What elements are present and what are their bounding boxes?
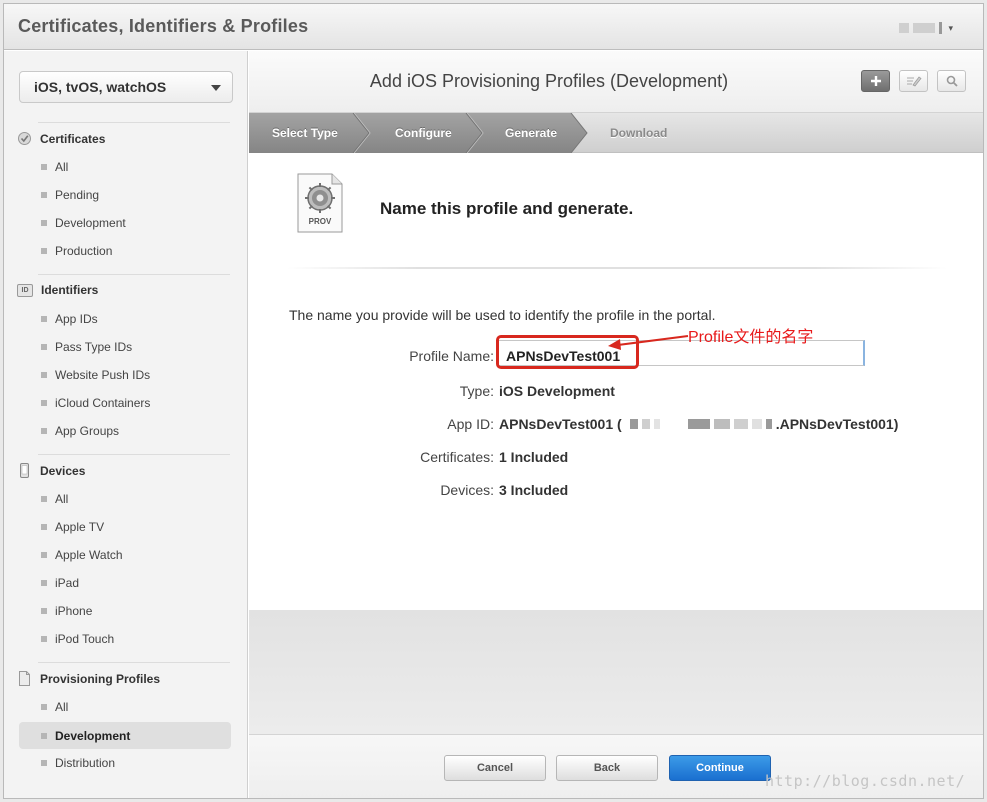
divider: [38, 122, 230, 123]
sidebar-item-app-ids[interactable]: App IDs: [41, 312, 98, 326]
sidebar-item-certificates-all[interactable]: All: [41, 160, 68, 174]
sidebar-item-apple-watch[interactable]: Apple Watch: [41, 548, 123, 562]
continue-button[interactable]: Continue: [669, 755, 771, 781]
search-button[interactable]: [937, 70, 966, 92]
redacted-account: [939, 22, 943, 34]
sidebar-item-profiles-distribution[interactable]: Distribution: [41, 756, 115, 770]
app-id-value: APNsDevTest001 ( .APNsDevTest001): [499, 416, 898, 432]
annotation-arrow-icon: [608, 335, 689, 350]
annotation-text: Profile文件的名字: [688, 329, 814, 346]
sidebar-item-certificates-production[interactable]: Production: [41, 244, 112, 258]
add-button[interactable]: [861, 70, 890, 92]
redacted-account: [913, 23, 936, 33]
divider: [38, 662, 230, 663]
type-value: iOS Development: [499, 383, 615, 399]
devices-label: Devices:: [440, 482, 494, 498]
section-title: Devices: [40, 463, 86, 478]
document-icon: [17, 671, 32, 686]
sidebar: iOS, tvOS, watchOS Certificates All Pend…: [4, 51, 248, 798]
sidebar-item-iphone[interactable]: iPhone: [41, 604, 92, 618]
device-icon: [17, 463, 32, 478]
cancel-button[interactable]: Cancel: [444, 755, 546, 781]
id-icon: ID: [17, 283, 33, 297]
redacted-team-id: [629, 419, 776, 429]
section-title: Identifiers: [41, 283, 99, 297]
section-devices: Devices: [17, 463, 85, 478]
chevron-down-icon: ▾: [948, 22, 953, 33]
main-header: Add iOS Provisioning Profiles (Developme…: [249, 51, 983, 113]
sidebar-item-website-push-ids[interactable]: Website Push IDs: [41, 368, 150, 382]
step-download: Download: [610, 126, 668, 140]
step-generate: Generate: [505, 126, 558, 140]
plus-icon: [870, 76, 881, 86]
intro-text: The name you provide will be used to ide…: [289, 307, 716, 323]
section-identifiers: ID Identifiers: [17, 283, 98, 297]
search-icon: [946, 75, 958, 87]
step-progress-bar: Select Type Configure Generate Download: [249, 113, 983, 153]
sidebar-item-ipad[interactable]: iPad: [41, 576, 79, 590]
edit-icon: [906, 76, 921, 87]
redacted-account: [899, 23, 910, 33]
app-title: Certificates, Identifiers & Profiles: [18, 16, 309, 36]
section-title: Provisioning Profiles: [40, 671, 161, 686]
section-certificates: Certificates: [17, 131, 105, 146]
section-provisioning-profiles: Provisioning Profiles: [17, 671, 160, 686]
prov-icon-label: PROV: [308, 217, 332, 226]
sidebar-item-app-groups[interactable]: App Groups: [41, 424, 119, 438]
content-heading: Name this profile and generate.: [380, 199, 634, 218]
sidebar-item-profiles-all[interactable]: All: [41, 700, 68, 714]
back-button[interactable]: Back: [556, 755, 658, 781]
sidebar-item-profiles-development[interactable]: Development: [19, 722, 231, 749]
main-content: PROV Name this profile and generate. The…: [249, 153, 983, 610]
platform-select-value: iOS, tvOS, watchOS: [34, 79, 167, 95]
section-divider: [287, 267, 947, 269]
window: Certificates, Identifiers & Profiles ▾ i…: [3, 3, 984, 799]
certificates-label: Certificates:: [420, 449, 494, 465]
sidebar-item-ipod-touch[interactable]: iPod Touch: [41, 632, 114, 646]
account-menu[interactable]: ▾: [899, 22, 953, 34]
platform-select[interactable]: iOS, tvOS, watchOS: [19, 71, 233, 103]
top-bar: Certificates, Identifiers & Profiles ▾: [4, 4, 983, 50]
page-title: Add iOS Provisioning Profiles (Developme…: [369, 71, 729, 91]
sidebar-item-certificates-pending[interactable]: Pending: [41, 188, 99, 202]
app-id-label: App ID:: [447, 416, 494, 432]
certificate-icon: [17, 131, 32, 146]
watermark: http://blog.csdn.net/: [765, 772, 966, 790]
sidebar-item-apple-tv[interactable]: Apple TV: [41, 520, 104, 534]
edit-button[interactable]: [899, 70, 928, 92]
divider: [38, 274, 230, 275]
sidebar-item-certificates-development[interactable]: Development: [41, 216, 126, 230]
step-configure: Configure: [395, 126, 452, 140]
type-label: Type:: [459, 383, 494, 399]
profile-name-label: Profile Name:: [409, 348, 494, 364]
content-spacer: [249, 610, 983, 734]
step-select-type: Select Type: [272, 126, 338, 140]
sidebar-item-icloud-containers[interactable]: iCloud Containers: [41, 396, 150, 410]
divider: [38, 454, 230, 455]
chevron-down-icon: [211, 85, 221, 91]
sidebar-item-pass-type-ids[interactable]: Pass Type IDs: [41, 340, 132, 354]
app-id-prefix: APNsDevTest001 (: [499, 416, 622, 432]
section-title: Certificates: [40, 131, 106, 146]
sidebar-item-devices-all[interactable]: All: [41, 492, 68, 506]
provisioning-profile-icon: PROV: [297, 173, 343, 233]
app-id-suffix: .APNsDevTest001): [775, 416, 899, 432]
certificates-value: 1 Included: [499, 449, 569, 465]
devices-value: 3 Included: [499, 482, 569, 498]
